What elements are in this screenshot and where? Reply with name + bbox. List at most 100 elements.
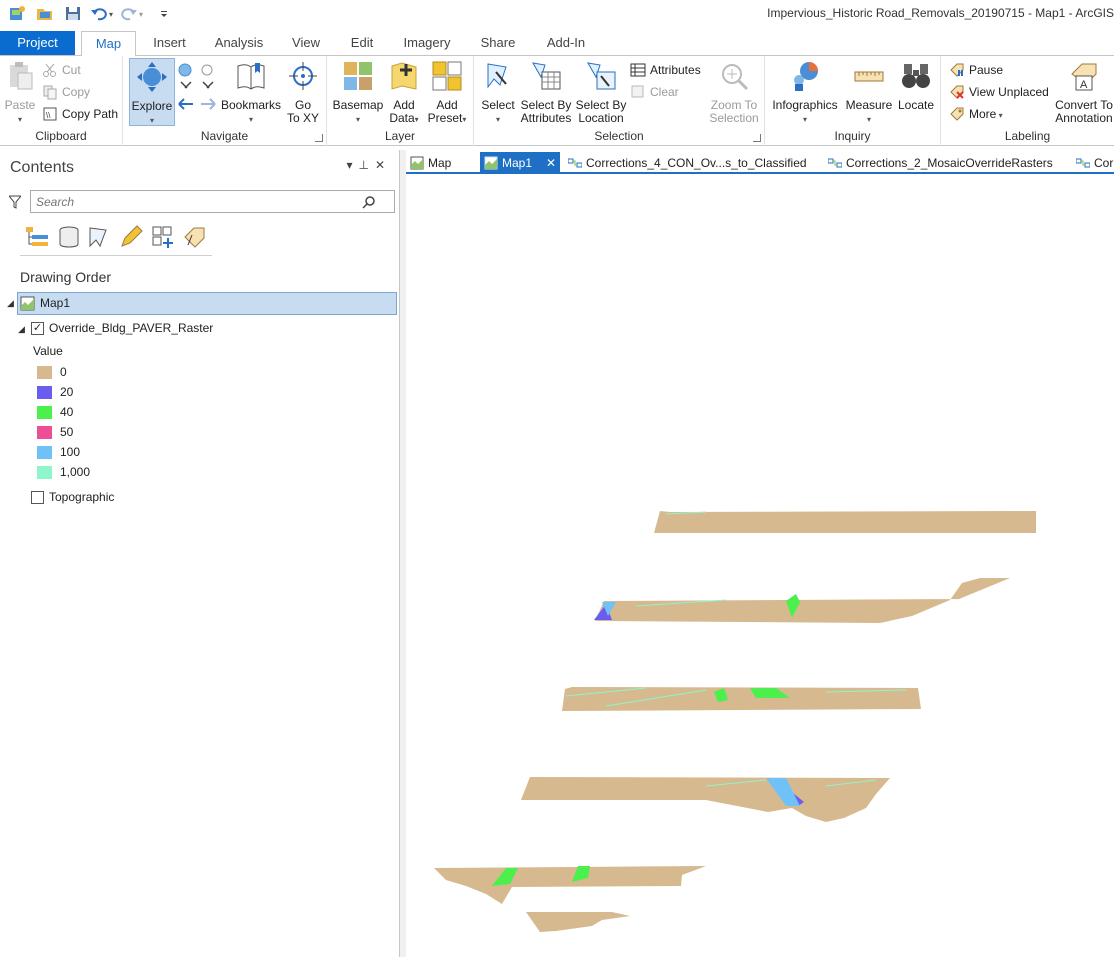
pin-icon[interactable]: ⊥: [358, 158, 374, 172]
pause-labeling-button[interactable]: Pause: [949, 60, 1003, 80]
map-canvas[interactable]: [406, 176, 1114, 957]
open-project-icon[interactable]: [36, 5, 54, 22]
legend-swatch: [37, 406, 52, 419]
tab-project[interactable]: Project: [0, 31, 75, 55]
view-unplaced-button[interactable]: View Unplaced: [949, 82, 1049, 102]
clear-icon: [631, 85, 644, 98]
filter-icon[interactable]: [9, 195, 21, 209]
copy-path-button[interactable]: \\ Copy Path: [42, 104, 118, 124]
svg-text:\\: \\: [46, 111, 51, 120]
basemap-button[interactable]: Basemap ▾: [331, 60, 385, 126]
label-tag-icon: [950, 107, 964, 121]
basemap-visibility-checkbox[interactable]: [31, 491, 44, 504]
close-tab-icon[interactable]: ✕: [546, 152, 556, 174]
legend-title: Value: [33, 344, 63, 358]
layer-visibility-checkbox[interactable]: ✓: [31, 322, 44, 335]
model-icon: [828, 158, 842, 168]
new-project-icon[interactable]: [8, 5, 26, 22]
scissors-icon: [43, 63, 56, 77]
close-icon[interactable]: ✕: [375, 158, 391, 172]
selection-launcher[interactable]: [753, 134, 761, 142]
tab-add-in[interactable]: Add-In: [536, 31, 596, 55]
locate-button[interactable]: Locate: [895, 60, 937, 112]
svg-text:▾: ▾: [109, 10, 113, 19]
legend-swatch: [37, 366, 52, 379]
layer-collapse-arrow[interactable]: ◢: [18, 324, 25, 335]
convert-to-annotation-button[interactable]: A Convert To Annotation: [1049, 60, 1114, 125]
list-by-snapping-icon[interactable]: [150, 224, 176, 250]
tab-edit[interactable]: Edit: [340, 31, 384, 55]
save-project-icon[interactable]: [64, 5, 82, 22]
list-by-editing-icon[interactable]: [118, 224, 144, 250]
list-by-data-source-icon[interactable]: [56, 224, 82, 250]
window-title: Impervious_Historic Road_Removals_201907…: [767, 6, 1114, 20]
customize-qat-icon[interactable]: [158, 5, 170, 22]
layer-name[interactable]: Override_Bldg_PAVER_Raster: [49, 321, 213, 335]
svg-text:A: A: [1080, 79, 1088, 91]
raster-strip: [526, 912, 630, 932]
basemap-icon: [344, 62, 372, 90]
list-by-labeling-icon[interactable]: [182, 224, 208, 250]
undo-icon[interactable]: ▾: [90, 5, 116, 22]
pane-options-icon[interactable]: ▾: [346, 158, 358, 172]
group-navigate: Explore ▾ Bookmarks ▾ Go To XY Navigate: [123, 56, 327, 146]
contents-title: Contents: [10, 159, 75, 176]
basemap-layer-name[interactable]: Topographic: [49, 490, 114, 504]
tab-imagery[interactable]: Imagery: [394, 31, 460, 55]
search-input[interactable]: [30, 190, 395, 213]
tab-share[interactable]: Share: [472, 31, 524, 55]
clear-selection-button[interactable]: Clear: [630, 82, 679, 102]
model-icon: [1076, 158, 1090, 168]
infographics-icon: [794, 62, 818, 91]
add-data-button[interactable]: Add Data▾: [385, 60, 423, 126]
ruler-icon: [854, 71, 884, 82]
view-unplaced-icon: [950, 85, 964, 99]
search-icon[interactable]: [362, 195, 376, 209]
tab-insert[interactable]: Insert: [142, 31, 197, 55]
attributes-button[interactable]: Attributes: [630, 60, 701, 80]
view-tab-corrections-4[interactable]: Corrections_4_CON_Ov...s_to_Classified: [564, 152, 814, 174]
crosshair-icon: [289, 62, 317, 90]
view-tab-corrections-2[interactable]: Corrections_2_MosaicOverrideRasters: [824, 152, 1064, 174]
zoom-to-selection-button[interactable]: Zoom To Selection: [706, 60, 762, 125]
select-by-attributes-button[interactable]: Select By Attributes: [518, 60, 574, 125]
bookmarks-button[interactable]: Bookmarks ▾: [221, 60, 281, 126]
zoom-to-selection-icon: [722, 64, 749, 91]
navigate-launcher[interactable]: [315, 134, 323, 142]
select-button[interactable]: Select ▾: [478, 60, 518, 126]
cut-button[interactable]: Cut: [42, 60, 81, 80]
go-to-xy-button[interactable]: Go To XY: [283, 60, 323, 125]
raster-strip: [595, 578, 1010, 623]
convert-annotation-icon: A: [1071, 63, 1097, 91]
map-view: Map Map1 ✕ Corrections_4_CON_Ov...s_to_Cl…: [406, 150, 1114, 957]
navigate-label: Navigate: [200, 129, 249, 143]
select-by-location-button[interactable]: Select By Location: [574, 60, 628, 125]
group-clipboard: Paste ▾ Cut Copy \\ Copy Path Clipboard: [0, 56, 123, 146]
tab-view[interactable]: View: [284, 31, 328, 55]
view-tab-overflow[interactable]: Cor: [1072, 152, 1114, 174]
view-tab-map1[interactable]: Map1 ✕: [480, 152, 560, 174]
explore-icon: [137, 62, 167, 92]
infographics-button[interactable]: Infographics ▾: [769, 60, 841, 126]
copy-button[interactable]: Copy: [42, 82, 90, 102]
view-tab-map[interactable]: Map: [406, 152, 476, 174]
copy-path-icon: \\: [43, 107, 57, 121]
more-labeling-button[interactable]: More ▾: [949, 104, 1003, 124]
legend-swatch: [37, 426, 52, 439]
redo-icon[interactable]: ▾: [120, 5, 146, 22]
binoculars-icon: [902, 64, 930, 88]
map-icon: [410, 156, 424, 170]
map-collapse-arrow[interactable]: ◢: [7, 298, 14, 309]
tab-map[interactable]: Map: [81, 31, 136, 56]
tab-analysis[interactable]: Analysis: [207, 31, 271, 55]
add-preset-button[interactable]: Add Preset▾: [423, 60, 471, 126]
map-tree-item[interactable]: Map1: [17, 292, 397, 315]
explore-button[interactable]: Explore ▾: [129, 58, 175, 126]
ribbon-tab-bar: Project Map Insert Analysis View Edit Im…: [0, 31, 1114, 56]
clipboard-label: Clipboard: [35, 129, 87, 143]
list-by-selection-icon[interactable]: [86, 224, 112, 250]
list-by-drawing-order-icon[interactable]: [24, 224, 50, 250]
navigation-tools-icon[interactable]: [177, 62, 217, 118]
measure-button[interactable]: Measure ▾: [843, 60, 895, 126]
paste-button[interactable]: Paste ▾: [3, 60, 37, 126]
